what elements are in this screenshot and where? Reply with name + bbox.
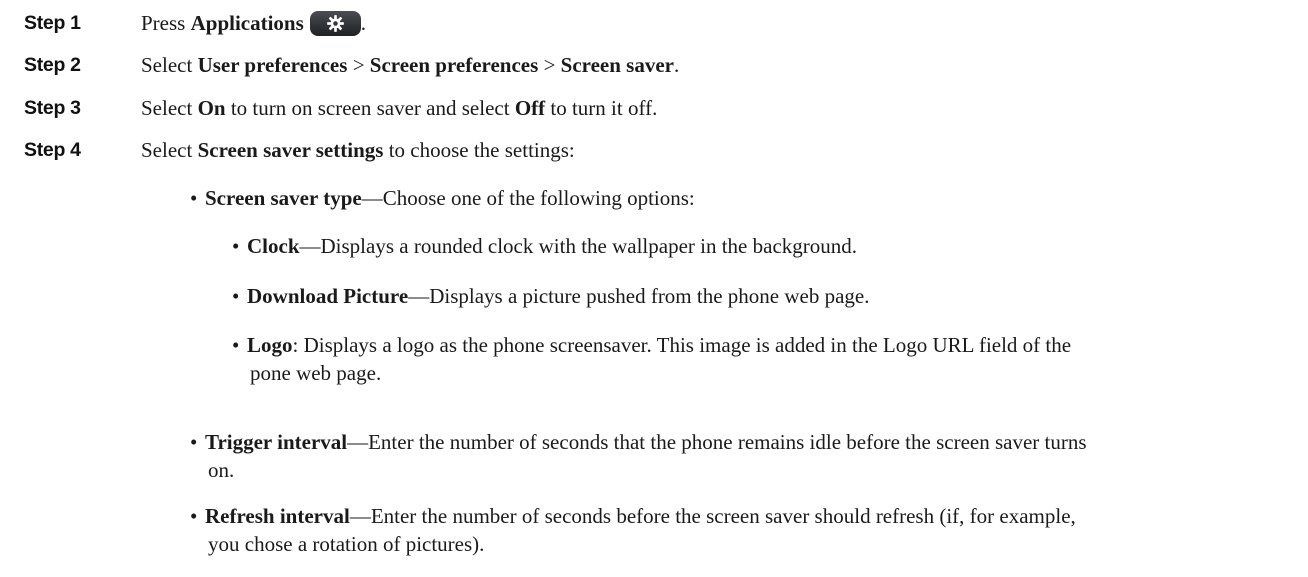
applications-term: Applications — [190, 11, 304, 35]
bullet: • — [232, 333, 240, 357]
option-logo: • Logo: Displays a logo as the phone scre… — [232, 333, 1072, 357]
option-download-picture: • Download Picture—Displays a picture pus… — [232, 284, 870, 308]
bullet: • — [232, 234, 240, 258]
bullet: • — [190, 430, 198, 454]
option-logo-continued: pone web page. — [250, 361, 382, 385]
setting-refresh-interval-continued: you chose a rotation of pictures). — [208, 532, 485, 556]
step-2-label: Step 2 — [24, 54, 81, 76]
step-4-text: Select Screen saver settings to choose t… — [141, 138, 575, 162]
bullet: • — [190, 186, 198, 210]
setting-trigger-interval: • Trigger interval—Enter the number of se… — [190, 430, 1087, 454]
step-2-text: Select User preferences > Screen prefere… — [141, 53, 680, 77]
step-1-text: Press Applications. — [141, 10, 367, 36]
gear-icon — [326, 14, 344, 32]
step-4-label: Step 4 — [24, 139, 81, 161]
step-3-text: Select On to turn on screen saver and se… — [141, 96, 658, 120]
step-1-label: Step 1 — [24, 12, 81, 34]
step-3-label: Step 3 — [24, 97, 81, 119]
option-clock: • Clock—Displays a rounded clock with the… — [232, 234, 858, 258]
applications-button — [309, 10, 361, 36]
bullet: • — [232, 284, 240, 308]
setting-refresh-interval: • Refresh interval—Enter the number of se… — [190, 504, 1076, 528]
setting-screen-saver-type: • Screen saver type—Choose one of the fol… — [190, 186, 695, 210]
setting-trigger-interval-continued: on. — [208, 458, 235, 482]
bullet: • — [190, 504, 198, 528]
